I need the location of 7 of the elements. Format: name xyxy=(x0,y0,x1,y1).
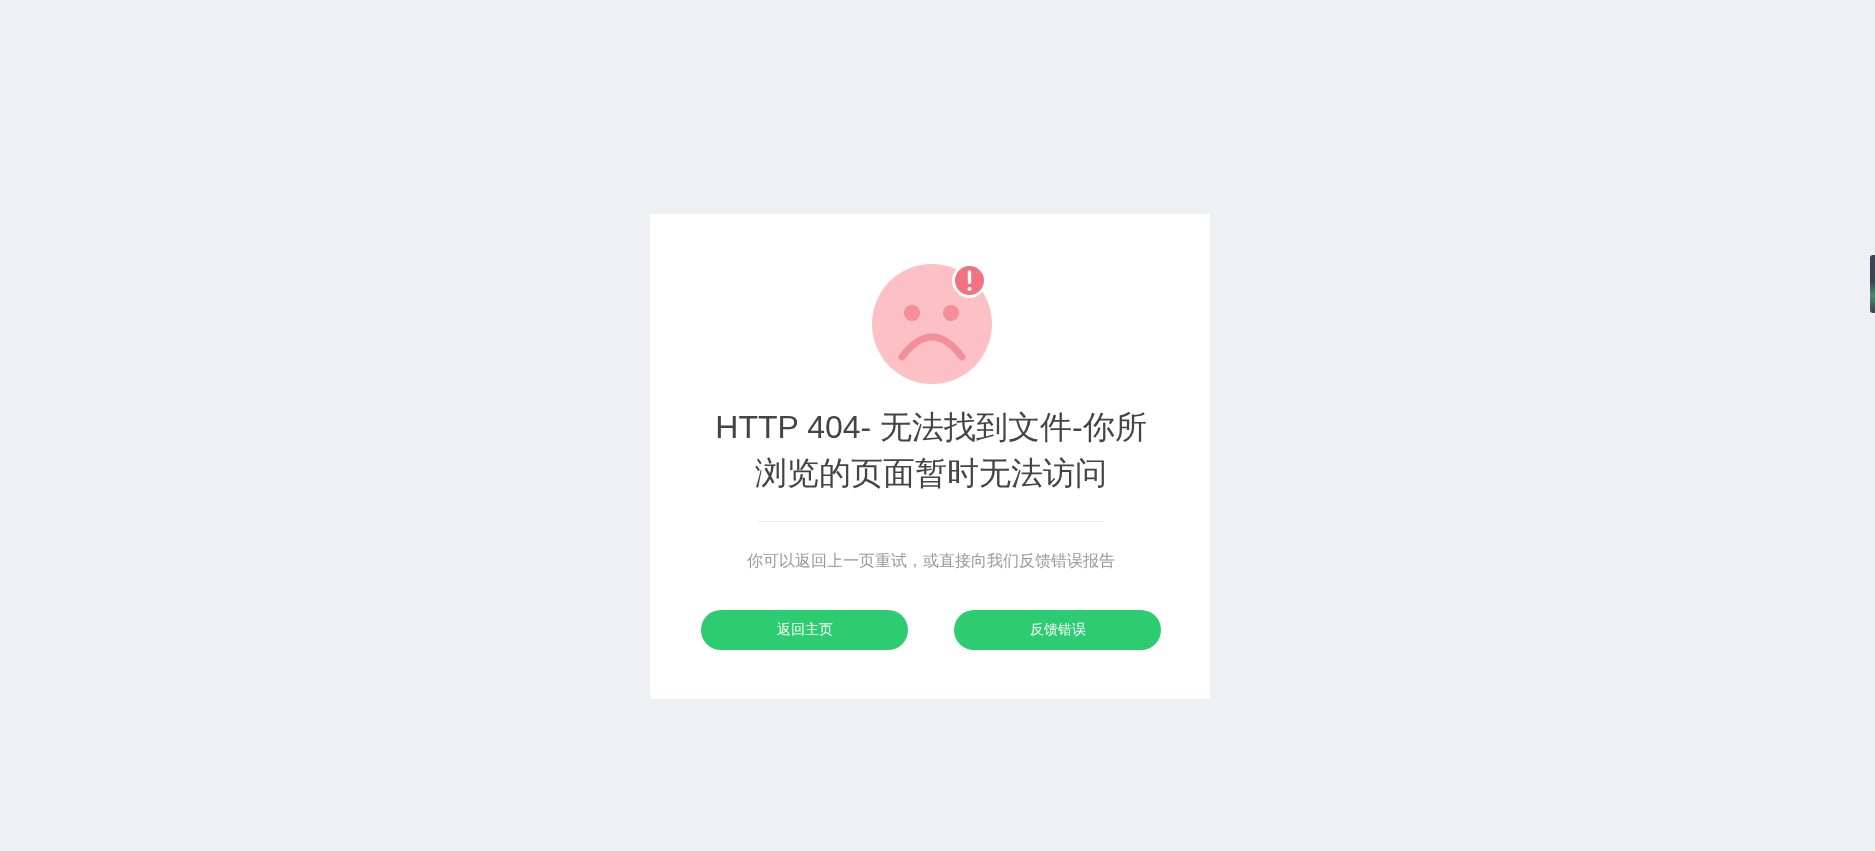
side-panel-handle[interactable] xyxy=(1870,255,1875,313)
error-title: HTTP 404- 无法找到文件-你所浏览的页面暂时无法访问 xyxy=(714,408,1148,493)
home-button[interactable]: 返回主页 xyxy=(701,610,908,650)
sad-face-icon xyxy=(871,264,992,384)
feedback-button[interactable]: 反馈错误 xyxy=(954,610,1161,650)
error-message: 你可以返回上一页重试，或直接向我们反馈错误报告 xyxy=(747,551,1115,571)
exclamation-icon xyxy=(951,263,987,298)
